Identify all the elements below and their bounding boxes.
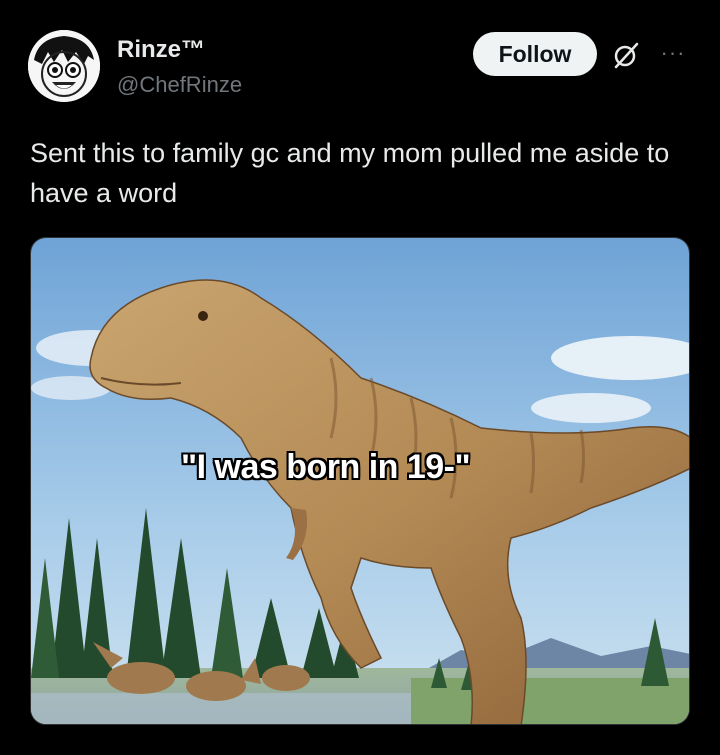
divider <box>0 746 720 755</box>
author-handle[interactable]: @ChefRinze <box>117 72 242 98</box>
post-image[interactable]: "I was born in 19-" <box>30 237 690 725</box>
post-text: Sent this to family gc and my mom pulled… <box>30 138 670 208</box>
more-options-icon[interactable]: ··· <box>656 38 690 68</box>
anime-face-avatar-icon <box>28 30 100 102</box>
author-name[interactable]: Rinze™ <box>117 36 205 64</box>
avatar[interactable] <box>28 30 100 102</box>
image-caption: "I was born in 19-" <box>181 448 471 486</box>
grok-slash-icon[interactable] <box>611 40 641 70</box>
follow-button[interactable]: Follow <box>473 32 597 76</box>
